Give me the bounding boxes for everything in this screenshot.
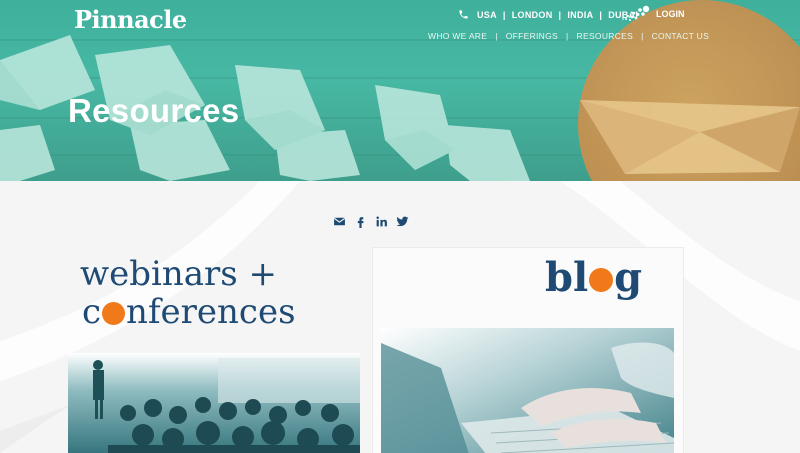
blog-title-prefix: bl — [545, 254, 589, 301]
login-label: LOGIN — [656, 9, 685, 19]
main-nav: WHO WE ARE | OFFERINGS | RESOURCES | CON… — [428, 31, 709, 41]
orange-dot — [589, 268, 614, 292]
nav-separator: | — [566, 31, 569, 41]
laptop-typing-photo — [381, 328, 674, 453]
location-london[interactable]: LONDON — [512, 10, 553, 20]
locations-bar: USA | LONDON | INDIA | DUBAI — [458, 9, 638, 20]
nav-offerings[interactable]: OFFERINGS — [506, 31, 558, 41]
login-dots-icon — [622, 5, 650, 21]
logo[interactable]: Pinnacle — [74, 5, 187, 34]
hero-boat-right — [580, 100, 800, 174]
nav-who-we-are[interactable]: WHO WE ARE — [428, 31, 487, 41]
nav-separator: | — [495, 31, 498, 41]
email-icon[interactable] — [333, 215, 346, 228]
page-title: Resources — [68, 92, 240, 129]
webinars-title-line1: webinars + — [80, 254, 278, 294]
webinars-title-line2: c nferences — [82, 295, 296, 329]
location-separator: | — [558, 9, 562, 20]
login-link[interactable]: LOGIN — [621, 5, 685, 23]
facebook-icon[interactable] — [354, 215, 367, 228]
social-share-bar — [333, 215, 409, 228]
location-india[interactable]: INDIA — [567, 10, 593, 20]
twitter-icon[interactable] — [396, 215, 409, 228]
location-usa[interactable]: USA — [477, 10, 497, 20]
location-separator: | — [502, 9, 506, 20]
nav-resources[interactable]: RESOURCES — [577, 31, 634, 41]
phone-icon — [459, 10, 468, 19]
orange-dot — [102, 302, 126, 325]
content-area: webinars + c nferences bl g — [0, 181, 800, 453]
webinars-card[interactable]: webinars + c nferences — [68, 247, 370, 453]
location-separator: | — [599, 9, 603, 20]
hero-banner: Pinnacle USA | LONDON | INDIA | DUBAI LO… — [0, 0, 800, 181]
linkedin-icon[interactable] — [375, 215, 388, 228]
webinars-title-prefix: c — [82, 292, 102, 332]
blog-title: bl g — [545, 258, 642, 298]
blog-card[interactable]: bl g — [372, 247, 684, 453]
conference-photo — [68, 353, 360, 453]
webinars-title-rest: nferences — [126, 292, 296, 332]
nav-contact-us[interactable]: CONTACT US — [652, 31, 709, 41]
nav-separator: | — [641, 31, 644, 41]
blog-title-suffix: g — [614, 254, 643, 301]
